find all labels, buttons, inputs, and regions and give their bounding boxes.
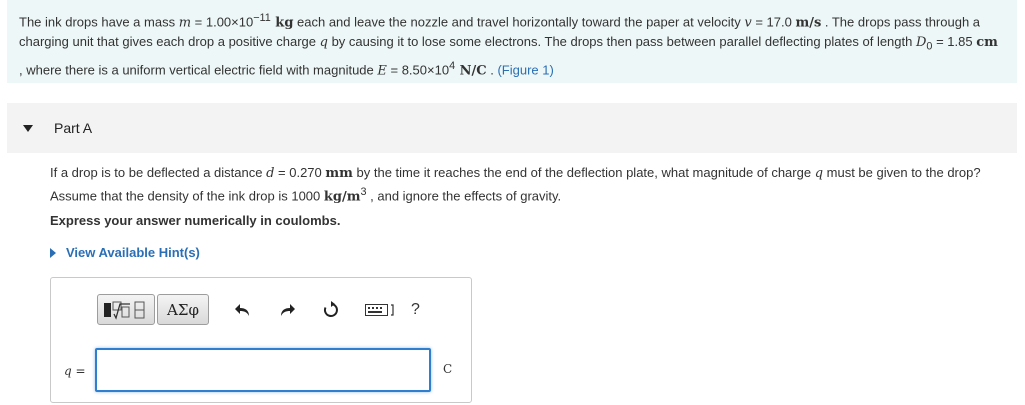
problem-statement: The ink drops have a mass m = 1.00×10−11… [7, 0, 1017, 83]
answer-input[interactable] [95, 348, 431, 392]
length-symbol: D [915, 35, 927, 51]
intro-text: by causing it to lose some electrons. Th… [327, 34, 916, 50]
velocity-value: = 17.0 [751, 14, 796, 30]
greek-label: ΑΣφ [167, 300, 199, 319]
field-symbol: E [377, 63, 387, 79]
keyboard-icon[interactable] [365, 298, 399, 322]
answer-box: ΑΣφ ? q = C [50, 277, 472, 403]
charge-symbol: q [319, 35, 328, 51]
intro-text: each and leave the nozzle and travel hor… [293, 14, 745, 30]
question-segment: by the time it reaches the end of the de… [352, 165, 815, 180]
math-toolbar: ΑΣφ ? [97, 294, 420, 325]
expand-caret-icon [50, 247, 56, 258]
velocity-symbol: v [744, 15, 752, 31]
figure-link[interactable]: (Figure 1) [497, 62, 553, 77]
field-value: = 8.50×10 [386, 62, 450, 78]
question-text: If a drop is to be deflected a distance … [50, 163, 1010, 206]
undo-icon[interactable] [233, 298, 253, 322]
answer-equals: = [71, 364, 86, 378]
intro-text: . [486, 62, 498, 78]
mass-symbol: m [178, 15, 192, 31]
mass-exponent: −11 [253, 12, 271, 24]
part-title: Part A [54, 120, 93, 136]
collapse-caret-icon[interactable] [23, 124, 33, 132]
templates-icon [104, 301, 145, 320]
redo-icon[interactable] [277, 298, 297, 322]
field-unit: N/C [455, 63, 487, 79]
answer-unit: C [443, 362, 453, 376]
reset-icon[interactable] [321, 298, 341, 322]
answer-instruction: Express your answer numerically in coulo… [50, 213, 341, 228]
distance-unit: mm [325, 166, 353, 181]
greek-symbols-button[interactable]: ΑΣφ [157, 294, 209, 325]
intro-text: The ink drops have a mass [19, 14, 179, 30]
view-hints-toggle[interactable]: View Available Hint(s) [50, 245, 200, 260]
length-value: = 1.85 [932, 34, 977, 50]
templates-button[interactable] [97, 294, 155, 325]
density-unit: kg/m [323, 189, 361, 205]
distance-value: = 0.270 [274, 165, 326, 180]
part-a-header[interactable]: Part A [7, 103, 1017, 153]
help-button[interactable]: ? [411, 301, 420, 319]
question-segment: , and ignore the effects of gravity. [366, 188, 562, 204]
answer-label: q = [64, 364, 86, 378]
question-segment: If a drop is to be deflected a distance [50, 165, 267, 180]
mass-value: = 1.00×10 [191, 14, 254, 30]
velocity-unit: m/s [795, 15, 822, 31]
hint-label[interactable]: View Available Hint(s) [66, 245, 200, 260]
length-unit: cm [976, 35, 998, 51]
mass-unit: kg [270, 15, 294, 31]
intro-text: , where there is a uniform vertical elec… [19, 62, 378, 78]
answer-variable: q [64, 364, 72, 378]
charge-symbol: q [814, 166, 824, 181]
